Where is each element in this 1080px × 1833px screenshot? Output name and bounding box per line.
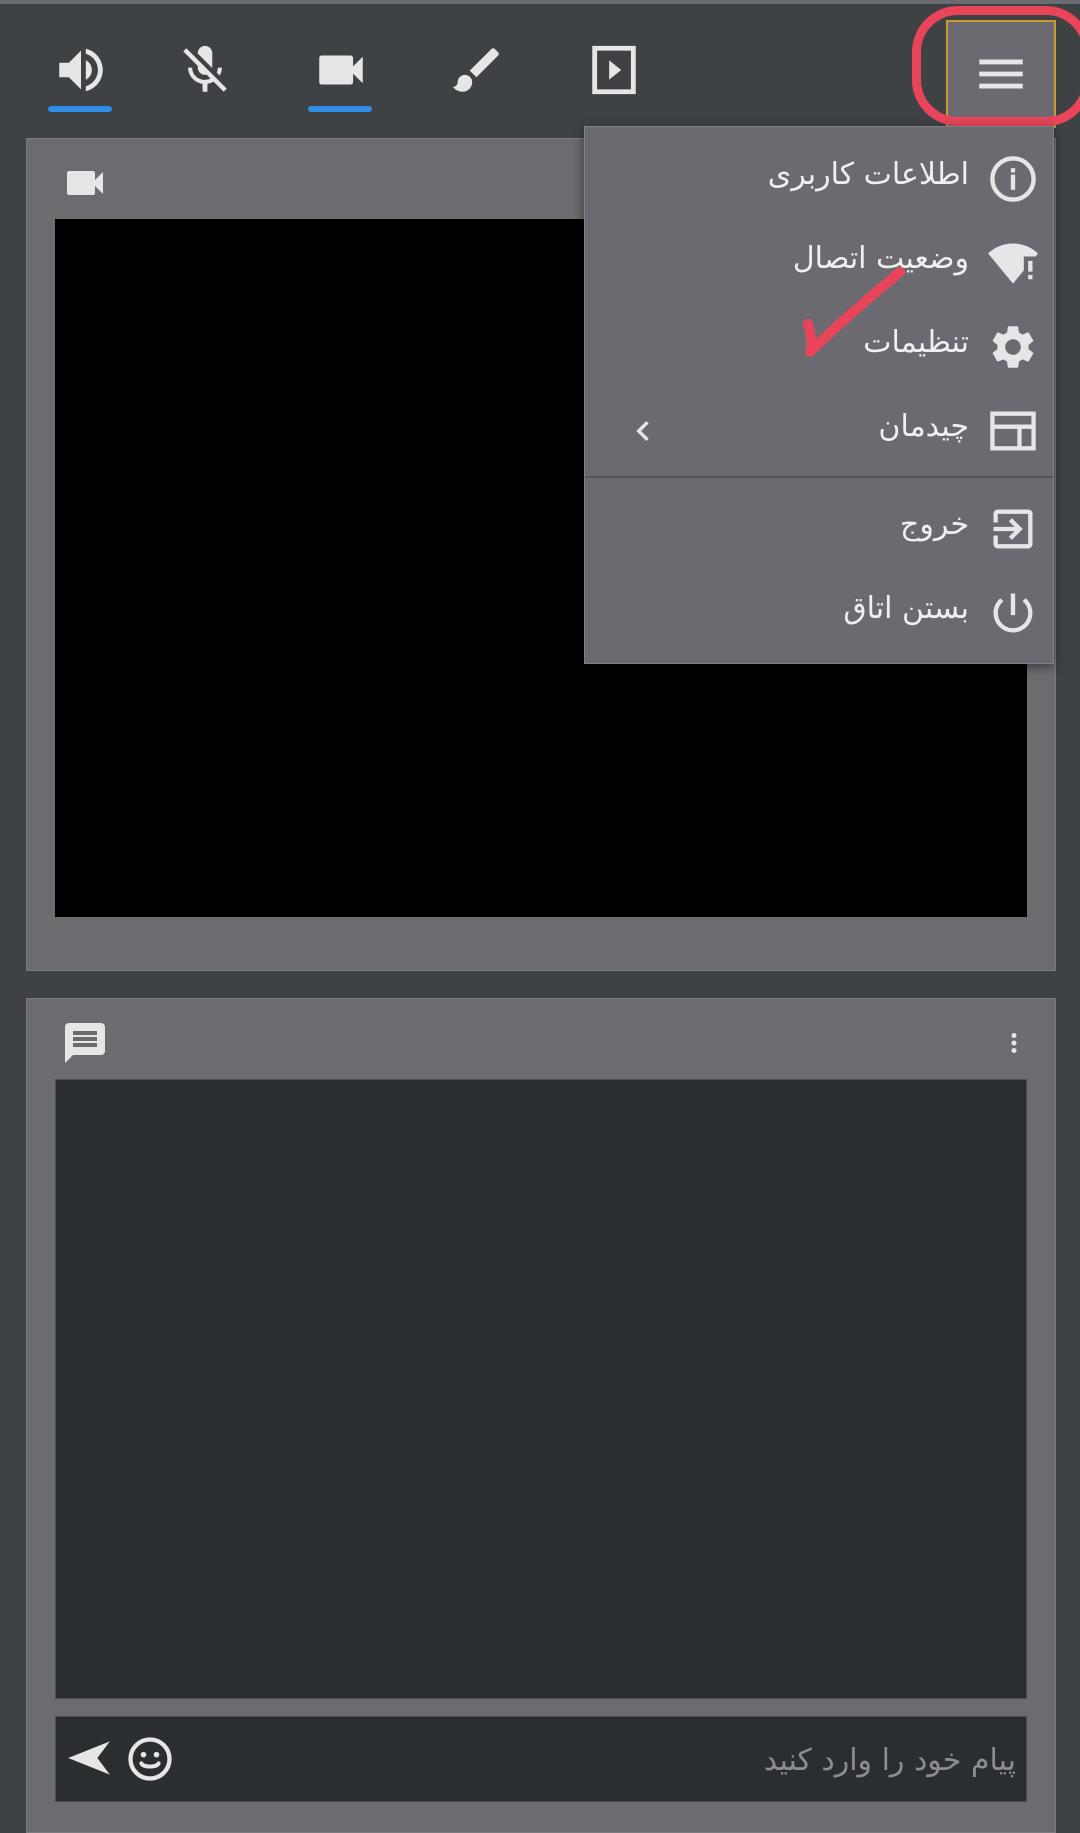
speaker-icon xyxy=(59,48,103,92)
main-menu-dropdown: اطلاعات کاربری وضعیت اتصال تنظیمات چیدما… xyxy=(584,126,1054,664)
chat-icon xyxy=(65,1023,105,1063)
menu-item-label: تنظیمات xyxy=(863,325,969,360)
video-camera-icon xyxy=(67,171,103,195)
active-indicator xyxy=(48,106,112,112)
video-camera-icon xyxy=(319,55,363,85)
send-icon[interactable] xyxy=(64,1733,114,1783)
whiteboard-button[interactable] xyxy=(438,28,516,112)
play-box-icon xyxy=(592,45,636,95)
chat-panel xyxy=(26,998,1056,1833)
hamburger-menu-icon xyxy=(979,59,1023,89)
gear-icon xyxy=(992,326,1034,368)
emoji-icon[interactable] xyxy=(124,1733,176,1785)
chat-input-row xyxy=(55,1716,1027,1802)
more-vertical-icon xyxy=(1011,1033,1017,1053)
mic-toggle-button[interactable] xyxy=(166,28,244,112)
toolbar xyxy=(0,4,1080,132)
chevron-left-icon xyxy=(636,421,649,441)
mic-off-icon xyxy=(183,45,227,92)
exit-icon xyxy=(993,509,1033,549)
menu-item-exit[interactable]: خروج xyxy=(585,487,1053,571)
menu-item-label: وضعیت اتصال xyxy=(792,241,969,276)
menu-item-label: خروج xyxy=(900,507,969,542)
menu-item-user-info[interactable]: اطلاعات کاربری xyxy=(585,137,1053,221)
chat-more-button[interactable] xyxy=(999,1013,1029,1073)
layout-icon xyxy=(990,411,1036,451)
chat-messages-area[interactable] xyxy=(55,1079,1027,1699)
media-play-button[interactable] xyxy=(575,28,653,112)
chat-message-input[interactable] xyxy=(206,1727,1018,1793)
menu-item-layout[interactable]: چیدمان xyxy=(585,389,1053,473)
speaker-button[interactable] xyxy=(42,28,120,112)
info-icon xyxy=(990,156,1036,202)
wifi-alert-icon xyxy=(988,243,1038,284)
menu-item-connection-status[interactable]: وضعیت اتصال xyxy=(585,221,1053,305)
menu-divider xyxy=(585,476,1053,478)
menu-item-settings[interactable]: تنظیمات xyxy=(585,305,1053,389)
menu-item-label: اطلاعات کاربری xyxy=(767,157,969,192)
menu-item-close-room[interactable]: بستن اتاق xyxy=(585,571,1053,655)
camera-toggle-button[interactable] xyxy=(302,28,380,112)
main-menu-button[interactable] xyxy=(946,20,1056,128)
brush-icon xyxy=(452,48,499,92)
menu-item-label: چیدمان xyxy=(878,409,969,444)
power-icon xyxy=(993,593,1033,633)
active-indicator xyxy=(308,106,372,112)
menu-item-label: بستن اتاق xyxy=(843,591,969,626)
